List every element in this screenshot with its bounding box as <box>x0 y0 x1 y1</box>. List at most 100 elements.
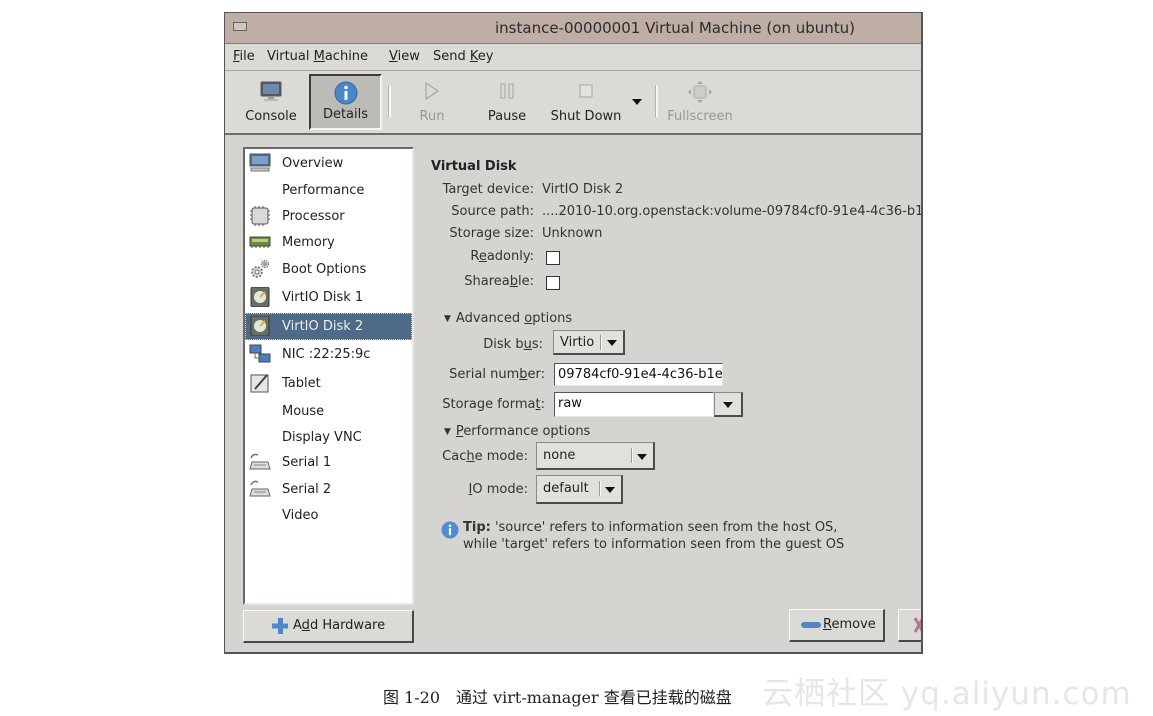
label-part: O mode: <box>472 482 528 497</box>
label-part: Cac <box>442 449 467 464</box>
sidebar-item-mouse[interactable]: Mouse <box>245 398 412 425</box>
remove-label: Remove <box>823 617 876 632</box>
mnemonic: b <box>519 367 528 382</box>
label-part: R <box>470 249 479 264</box>
storage-format-input[interactable]: raw <box>554 392 714 417</box>
storage-format-label: Storage format: <box>442 397 545 412</box>
plus-icon <box>272 618 288 634</box>
target-device-value: VirtIO Disk 2 <box>542 182 624 197</box>
sidebar-item-overview[interactable]: Overview <box>245 150 412 177</box>
cancel-button[interactable] <box>898 609 921 642</box>
performance-options-expander[interactable]: ▼ Performance options <box>444 424 590 439</box>
cancel-icon <box>913 617 921 633</box>
details-button[interactable]: Details <box>309 74 382 130</box>
section-title: Virtual Disk <box>431 159 517 174</box>
advanced-options-expander[interactable]: ▼ Advanced options <box>444 311 572 326</box>
menu-file[interactable]: File <box>233 49 255 64</box>
add-hardware-button[interactable]: Add Hardware <box>243 610 414 643</box>
sidebar-item-label: Memory <box>282 235 335 250</box>
shareable-checkbox[interactable] <box>546 276 560 290</box>
run-button[interactable]: Run <box>407 74 457 130</box>
sidebar-item-boot-options[interactable]: Boot Options <box>245 256 412 283</box>
label-part: Advanced <box>455 311 525 326</box>
monitor-icon <box>249 153 271 172</box>
details-panel: Virtual Disk Target device: VirtIO Disk … <box>425 147 921 607</box>
sidebar-item-serial-1[interactable]: Serial 1 <box>245 449 412 476</box>
sidebar-item-label: Processor <box>282 209 345 224</box>
shutdown-button[interactable]: Shut Down <box>543 74 629 130</box>
sidebar-item-tablet[interactable]: Tablet <box>245 370 412 397</box>
hardware-list[interactable]: Overview Performance Processor Memory Bo… <box>243 147 414 605</box>
sidebar-item-nic[interactable]: NIC :22:25:9c <box>245 341 412 368</box>
mnemonic: K <box>469 49 478 64</box>
menu-label: ile <box>239 49 255 64</box>
sidebar-item-virtio-disk-2[interactable]: VirtIO Disk 2 <box>245 313 412 340</box>
cache-mode-dropdown[interactable]: none <box>536 442 655 470</box>
menu-label: iew <box>397 49 420 64</box>
tip-text-part: 'source' refers to information seen from… <box>490 520 838 535</box>
fullscreen-label: Fullscreen <box>667 109 733 124</box>
toolbar-separator <box>655 85 658 117</box>
serial-icon <box>249 453 271 470</box>
pause-button[interactable]: Pause <box>479 74 535 130</box>
sidebar-item-memory[interactable]: Memory <box>245 229 412 256</box>
toolbar-separator <box>388 85 391 117</box>
storage-format-dropdown-button[interactable] <box>714 392 743 417</box>
readonly-label: Readonly: <box>470 249 534 264</box>
console-button[interactable]: Console <box>239 74 303 130</box>
fullscreen-icon <box>688 81 712 103</box>
chevron-down-icon <box>605 487 615 493</box>
sidebar-item-label: VirtIO Disk 2 <box>282 319 364 334</box>
remove-button[interactable]: Remove <box>789 609 885 642</box>
network-icon <box>249 344 271 363</box>
mnemonic: M <box>313 49 325 64</box>
menu-bar: File Virtual Machine View Send Key <box>225 44 921 71</box>
io-mode-dropdown[interactable]: default <box>536 475 623 504</box>
label-part: er: <box>527 367 546 382</box>
sidebar-item-label: Video <box>282 508 319 523</box>
sidebar-item-processor[interactable]: Processor <box>245 203 412 230</box>
disk-bus-dropdown[interactable]: Virtio <box>553 330 625 355</box>
serial-number-label: Serial number: <box>449 367 545 382</box>
sidebar-item-video[interactable]: Video <box>245 502 412 529</box>
label-part: le: <box>518 274 534 289</box>
sidebar-item-serial-2[interactable]: Serial 2 <box>245 476 412 503</box>
title-bar[interactable]: instance-00000001 Virtual Machine (on ub… <box>225 13 921 44</box>
pause-label: Pause <box>487 109 527 124</box>
shutdown-menu-button[interactable] <box>629 74 645 130</box>
window-title: instance-00000001 Virtual Machine (on ub… <box>495 19 855 37</box>
dropdown-value: default <box>543 481 589 496</box>
add-hardware-label: Add Hardware <box>293 618 385 633</box>
info-icon <box>334 81 357 105</box>
menu-view[interactable]: View <box>389 49 420 64</box>
console-label: Console <box>245 109 297 124</box>
expander-arrow-icon: ▼ <box>444 314 451 324</box>
sidebar-item-virtio-disk-1[interactable]: VirtIO Disk 1 <box>245 284 412 311</box>
serial-number-input[interactable]: 09784cf0-91e4-4c36-b1e <box>554 363 723 386</box>
menu-send-key[interactable]: Send Key <box>433 49 493 64</box>
serial-icon <box>249 480 271 497</box>
sidebar-item-display-vnc[interactable]: Display VNC <box>245 424 412 451</box>
mnemonic: d <box>301 618 310 633</box>
target-device-label: Target device: <box>442 182 534 197</box>
menu-label: ey <box>477 49 494 64</box>
sidebar-item-performance[interactable]: Performance <box>245 177 412 204</box>
menu-virtual-machine[interactable]: Virtual Machine <box>267 49 368 64</box>
tip-text: Tip: 'source' refers to information seen… <box>463 519 844 553</box>
dropdown-separator <box>600 335 602 350</box>
cpu-icon <box>250 206 270 226</box>
watermark: 云栖社区 yq.aliyun.com <box>762 676 1132 712</box>
tip-bold: Tip: <box>463 520 491 535</box>
expander-arrow-icon: ▼ <box>444 427 451 437</box>
fullscreen-button[interactable]: Fullscreen <box>665 74 735 130</box>
mnemonic: e <box>478 249 487 264</box>
source-path-value: ....2010-10.org.openstack:volume-09784cf… <box>542 204 923 219</box>
label-part: A <box>293 618 302 633</box>
vm-window: instance-00000001 Virtual Machine (on ub… <box>224 12 923 654</box>
dropdown-value: Virtio <box>560 335 595 350</box>
storage-size-value: Unknown <box>542 226 603 241</box>
mnemonic: h <box>466 449 475 464</box>
menu-label: Send <box>433 49 470 64</box>
input-value: 09784cf0-91e4-4c36-b1e <box>558 367 723 382</box>
readonly-checkbox[interactable] <box>546 251 560 265</box>
